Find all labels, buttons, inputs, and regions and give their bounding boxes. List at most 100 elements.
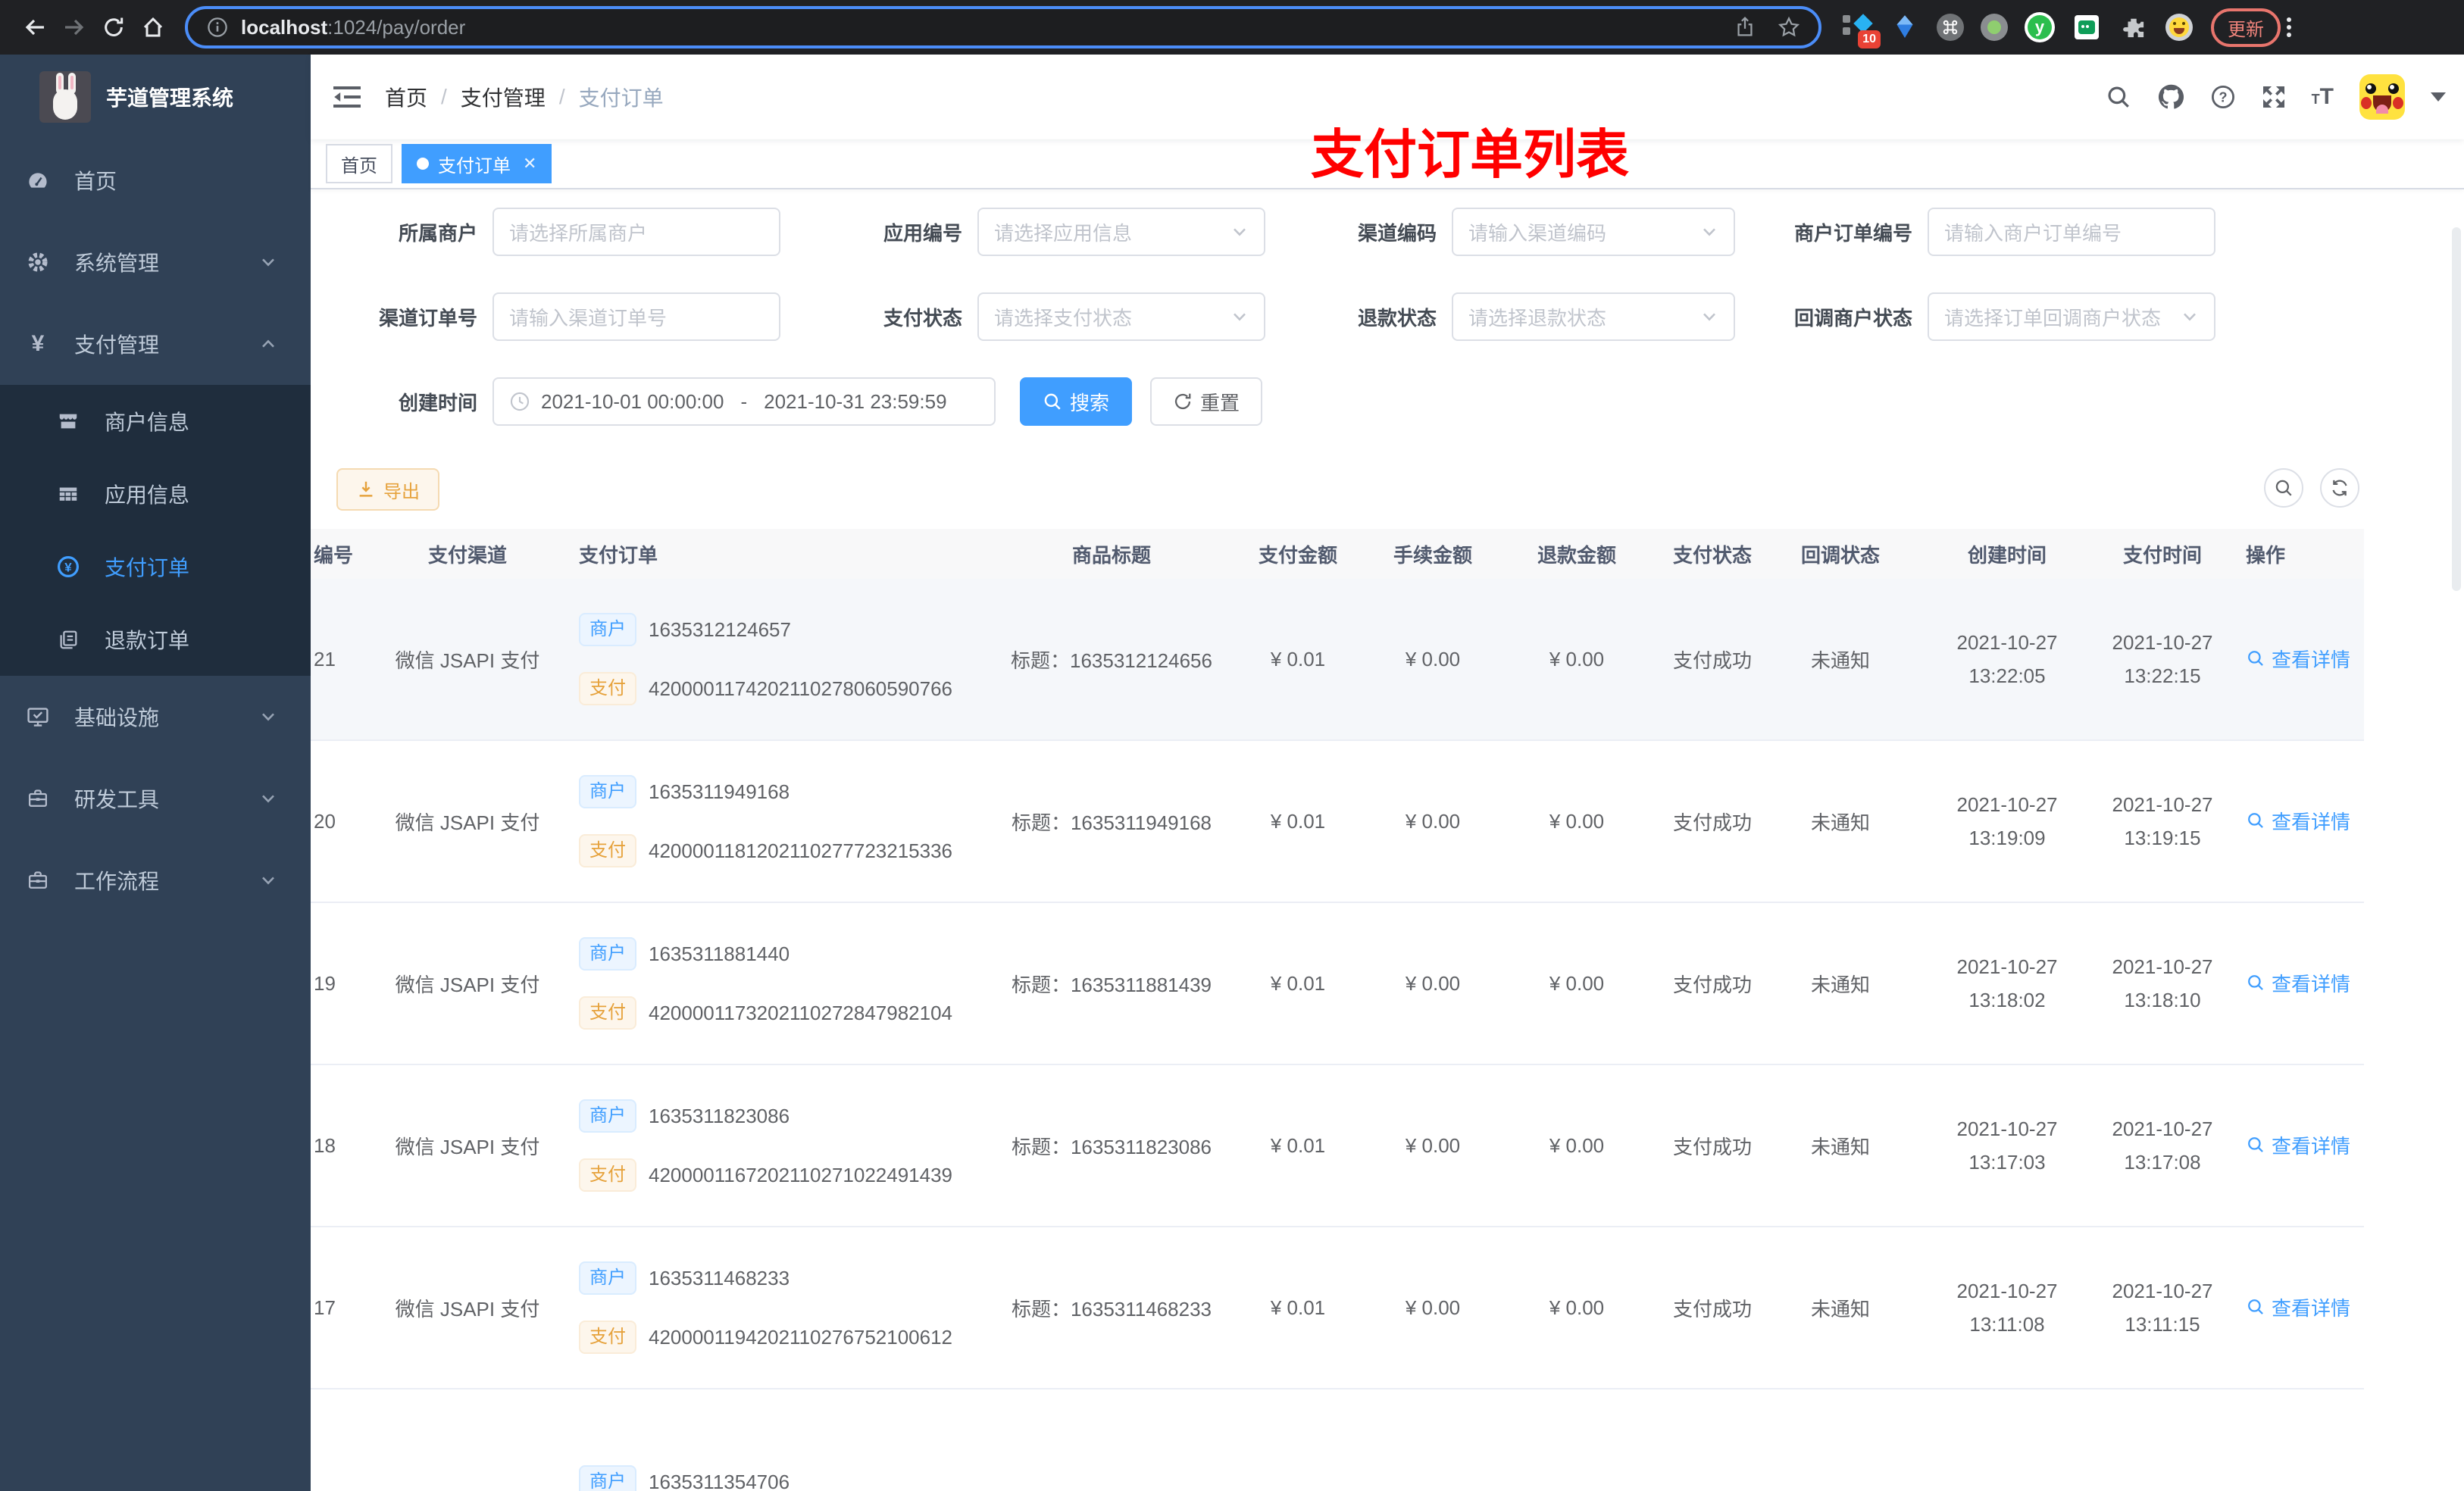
sidebar: 芋道管理系统 首页 系统管理 ¥ 支付管理 商户信息 应用信息 ¥ 支付订单 退款订单 基础设施研… — [0, 55, 311, 1491]
cell-actions: 查看详情 — [2215, 807, 2364, 836]
pay-status-select[interactable]: 请选择支付状态 — [977, 292, 1265, 341]
user-avatar[interactable] — [2359, 74, 2405, 120]
sidebar-item-workflow[interactable]: 工作流程 — [0, 839, 311, 921]
pay-tag: 支付 — [579, 1321, 636, 1354]
browser-update-button[interactable]: 更新 — [2211, 8, 2281, 47]
view-detail-link[interactable]: 查看详情 — [2246, 807, 2350, 835]
sketch-extension-icon[interactable]: 10 — [1843, 12, 1881, 48]
reset-button[interactable]: 重置 — [1150, 377, 1263, 426]
sidebar-item-pay-order[interactable]: ¥ 支付订单 — [0, 530, 311, 603]
pay-tag: 支付 — [579, 834, 636, 867]
merchant-order-no-input[interactable]: 请输入商户订单编号 — [1928, 208, 2215, 256]
puzzle-extension-icon[interactable] — [2118, 12, 2149, 42]
cell-channel: 微信 JSAPI 支付 — [395, 973, 540, 996]
cell-channel: 微信 JSAPI 支付 — [395, 649, 540, 672]
cell-actions: 查看详情 — [2215, 1131, 2364, 1161]
tag-home[interactable]: 首页 — [326, 144, 392, 183]
column-header-5: 手续金额 — [1393, 543, 1472, 567]
app-logo[interactable]: 芋道管理系统 — [0, 55, 311, 139]
callback-status-select[interactable]: 请选择订单回调商户状态 — [1928, 292, 2215, 341]
table-row: 20 微信 JSAPI 支付 商户 1635311949168 支付 4200001181… — [311, 741, 2364, 903]
github-icon[interactable] — [2157, 83, 2184, 111]
site-info-icon[interactable] — [206, 16, 229, 39]
table-toolbar: 导出 — [336, 468, 2464, 511]
extension-badge: 10 — [1858, 30, 1881, 48]
url-bar[interactable]: localhost:1024/pay/order — [185, 6, 1821, 48]
sidebar-item-payment[interactable]: ¥ 支付管理 — [0, 303, 311, 385]
cell-fee: ¥ 0.00 — [1405, 1296, 1461, 1319]
refund-status-select[interactable]: 请选择退款状态 — [1452, 292, 1735, 341]
tag-pay-order[interactable]: 支付订单 ✕ — [402, 144, 552, 183]
rabbit-logo-icon — [39, 71, 91, 123]
channel-order-no-input[interactable]: 请输入渠道订单号 — [492, 292, 780, 341]
cell-paid-time: 2021-10-27 13:11:15 — [2112, 1280, 2213, 1336]
cell-channel: 微信 JSAPI 支付 — [395, 1135, 540, 1158]
active-dot-icon — [417, 158, 429, 170]
navbar-actions: ? TT — [2106, 55, 2446, 139]
table-row: 19 微信 JSAPI 支付 商户 1635311881440 支付 4200001173… — [311, 903, 2364, 1065]
reload-icon[interactable] — [94, 8, 133, 47]
merchant-input[interactable]: 请选择所属商户 — [492, 208, 780, 256]
view-detail-link[interactable]: 查看详情 — [2246, 969, 2350, 997]
share-icon[interactable] — [1734, 16, 1756, 39]
tag-close-icon[interactable]: ✕ — [523, 154, 536, 173]
cell-title: 标题：1635311823086 — [1011, 1135, 1212, 1158]
view-detail-link[interactable]: 查看详情 — [2246, 645, 2350, 673]
cell-created-time: 2021-10-27 13:17:03 — [1956, 1117, 2058, 1174]
sidebar-item-system[interactable]: 系统管理 — [0, 221, 311, 303]
fullscreen-icon[interactable] — [2262, 85, 2286, 109]
browser-menu-icon[interactable] — [2287, 14, 2291, 40]
forward-icon[interactable] — [55, 8, 94, 47]
date-range-picker[interactable]: 2021-10-01 00:00:00 - 2021-10-31 23:59:5… — [492, 377, 996, 426]
window-scrollbar[interactable] — [2452, 227, 2461, 591]
cell-status: 支付成功 — [1672, 1297, 1752, 1321]
sidebar-fold-icon[interactable] — [333, 85, 361, 109]
sidebar-item-app-info[interactable]: 应用信息 — [0, 458, 311, 530]
channel-code-label: 渠道编码 — [1357, 221, 1437, 245]
search-button[interactable]: 搜索 — [1020, 377, 1133, 426]
chevron-up-icon — [259, 335, 277, 353]
breadcrumb-home[interactable]: 首页 — [385, 82, 427, 112]
home-icon[interactable] — [133, 8, 173, 47]
cell-pay-order: 商户 1635312124657 支付 42000011742021102780605… — [564, 613, 988, 705]
breadcrumb-pay-manage[interactable]: 支付管理 — [461, 82, 546, 112]
command-extension-icon[interactable] — [1937, 14, 1964, 41]
font-size-icon[interactable]: TT — [2312, 84, 2334, 110]
sidebar-item-infrastructure[interactable]: 基础设施 — [0, 676, 311, 758]
kite-extension-icon[interactable] — [1890, 12, 1920, 42]
chat-extension-icon[interactable] — [2072, 12, 2102, 42]
sidebar-item-dev-tools[interactable]: 研发工具 — [0, 758, 311, 839]
cell-refund: ¥ 0.00 — [1549, 1296, 1605, 1319]
cell-pay-order: 商户 1635311823086 支付 42000011672021102710224… — [564, 1099, 988, 1192]
export-button[interactable]: 导出 — [336, 468, 439, 511]
breadcrumb: 首页 / 支付管理 / 支付订单 — [385, 82, 664, 112]
cell-created-time: 2021-10-27 13:19:09 — [1956, 793, 2058, 849]
chevron-down-icon — [259, 871, 277, 889]
y-extension-icon[interactable]: y — [2025, 12, 2055, 42]
cell-amount: ¥ 0.01 — [1270, 1296, 1326, 1319]
sidebar-item-merchant-info[interactable]: 商户信息 — [0, 385, 311, 458]
table-body: 21 微信 JSAPI 支付 商户 1635312124657 支付 4200001174… — [311, 579, 2364, 1491]
search-icon[interactable] — [2106, 84, 2131, 110]
monitor-icon — [26, 705, 50, 729]
view-detail-link[interactable]: 查看详情 — [2246, 1131, 2350, 1159]
pay-status-label: 支付状态 — [883, 306, 962, 330]
cell-notify-status: 未通知 — [1810, 1297, 1870, 1321]
cell-refund: ¥ 0.00 — [1549, 809, 1605, 833]
app-no-select[interactable]: 请选择应用信息 — [977, 208, 1265, 256]
bookmark-star-icon[interactable] — [1778, 16, 1800, 39]
cell-amount: ¥ 0.01 — [1270, 647, 1326, 670]
cell-actions: 查看详情 — [2215, 645, 2364, 674]
view-detail-link[interactable]: 查看详情 — [2246, 1293, 2350, 1321]
user-caret-icon[interactable] — [2431, 92, 2446, 102]
back-icon[interactable] — [15, 8, 55, 47]
green-dot-extension-icon[interactable] — [1981, 14, 2008, 41]
sidebar-item-home[interactable]: 首页 — [0, 139, 311, 221]
help-icon[interactable]: ? — [2210, 84, 2236, 110]
refresh-table-icon[interactable] — [2320, 468, 2359, 508]
show-search-icon[interactable] — [2264, 468, 2303, 508]
channel-code-select[interactable]: 请输入渠道编码 — [1452, 208, 1735, 256]
sidebar-item-refund-order[interactable]: 退款订单 — [0, 603, 311, 676]
cell-id: 21 — [314, 647, 336, 670]
emoji-extension-icon[interactable] — [2165, 14, 2193, 41]
